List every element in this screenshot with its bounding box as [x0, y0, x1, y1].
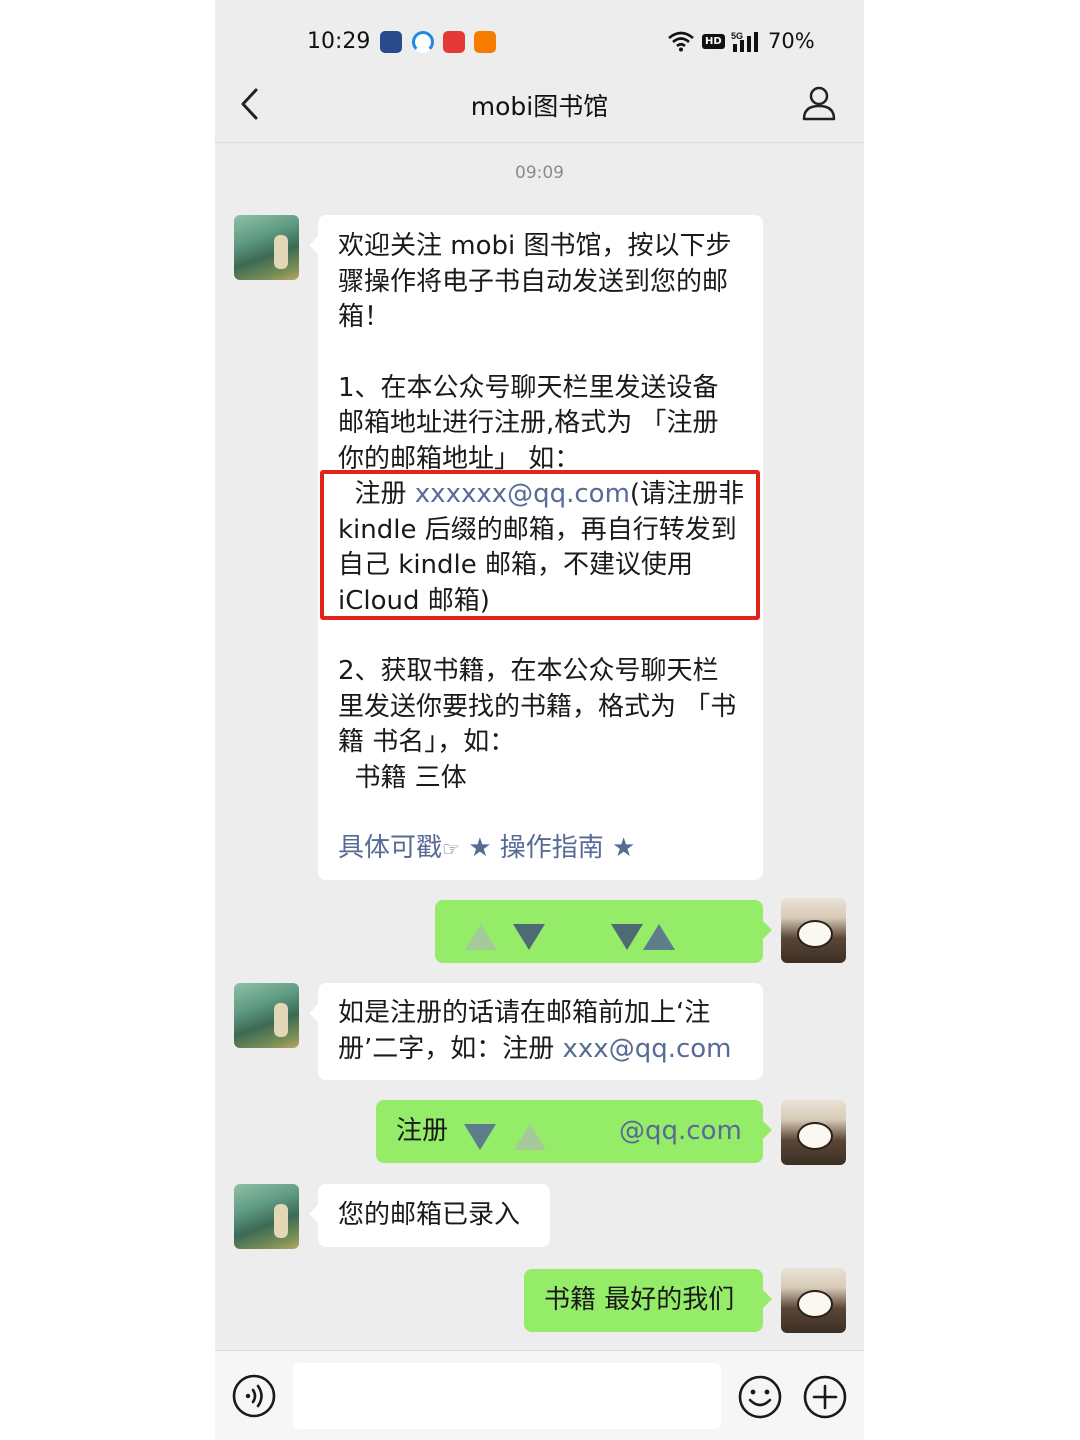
user-register-email-suffix: @qq.com [619, 1116, 742, 1146]
guide-link-line[interactable]: 具体可戳☞ ★ 操作指南 ★ [338, 831, 745, 868]
redaction-mark [464, 1124, 496, 1150]
app-icon [443, 31, 465, 53]
redaction-mark [513, 924, 545, 950]
emoji-icon[interactable] [737, 1374, 783, 1420]
guide-link[interactable]: ★ 操作指南 ★ [468, 833, 635, 863]
chat-header: mobi图书馆 [215, 70, 864, 143]
redaction-mark [643, 924, 675, 950]
user-avatar[interactable] [781, 898, 846, 963]
person-icon[interactable] [801, 84, 837, 122]
app-icon [380, 31, 402, 53]
wifi-icon [668, 31, 694, 52]
register-hint-bubble[interactable]: 如是注册的话请在邮箱前加上‘注 册’二字，如：注册 xxx@qq.com [309, 983, 763, 1080]
official-account-avatar[interactable] [234, 1184, 299, 1249]
message-input[interactable] [293, 1363, 721, 1429]
chat-screen: 10:29 HD 5G 70% mobi图书馆 09:09 欢迎关注 mobi … [215, 0, 864, 1440]
plus-icon[interactable] [802, 1374, 848, 1420]
user-avatar[interactable] [781, 1100, 846, 1165]
message-timestamp: 09:09 [515, 163, 564, 183]
redaction-mark [611, 924, 643, 950]
official-account-avatar[interactable] [234, 215, 299, 280]
guide-prefix: 具体可戳 [338, 833, 443, 863]
book-request-bubble[interactable]: 书籍 最好的我们 [524, 1269, 772, 1332]
email-registered-bubble[interactable]: 您的邮箱已录入 [309, 1184, 550, 1247]
highlight-box [320, 470, 760, 620]
voice-icon[interactable] [232, 1374, 276, 1418]
email-example-link[interactable]: xxx@qq.com [563, 1034, 732, 1064]
status-bar: 10:29 HD 5G 70% [215, 0, 864, 80]
battery-level: 70% [768, 29, 815, 53]
chat-title: mobi图书馆 [470, 92, 609, 121]
pointing-hand-icon: ☞ [442, 837, 460, 861]
redaction-mark [465, 924, 497, 950]
user-register-prefix: 注册 [396, 1116, 449, 1146]
step1-text: 1、在本公众号聊天栏里发送设备 邮箱地址进行注册,格式为 「注册 你的邮箱地址」… [338, 372, 719, 474]
user-register-bubble[interactable]: 注册 @qq.com [376, 1100, 772, 1163]
official-account-avatar[interactable] [234, 983, 299, 1048]
user-message-bubble[interactable] [435, 900, 772, 963]
chat-input-bar [215, 1350, 864, 1440]
svg-text:5G: 5G [731, 31, 743, 41]
status-time: 10:29 [307, 29, 371, 54]
app-icon [412, 31, 434, 53]
book-request-text: 书籍 最好的我们 [544, 1285, 735, 1315]
redaction-mark [514, 1124, 546, 1150]
welcome-intro-text: 欢迎关注 mobi 图书馆，按以下步 骤操作将电子书自动发送到您的邮 箱！ [338, 231, 732, 332]
signal-icon: 5G [731, 31, 758, 52]
register-hint-text: 如是注册的话请在邮箱前加上‘注 册’二字，如：注册 xxx@qq.com [338, 996, 745, 1067]
user-avatar[interactable] [781, 1268, 846, 1333]
hd-badge: HD [702, 34, 725, 49]
app-icon [474, 31, 496, 53]
email-registered-text: 您的邮箱已录入 [338, 1200, 521, 1230]
step2-text: 2、获取书籍，在本公众号聊天栏 里发送你要找的书籍，格式为 「书 籍 书名」，如… [338, 656, 737, 793]
